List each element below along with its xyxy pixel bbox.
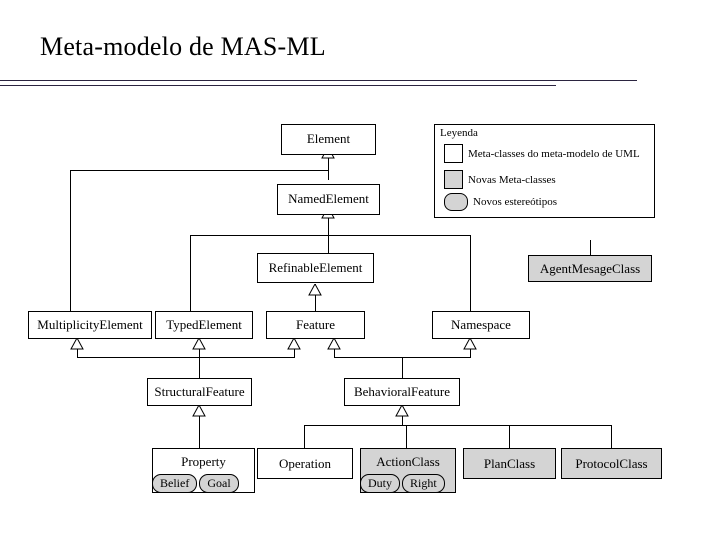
- class-node-planclass[interactable]: PlanClass: [463, 448, 556, 479]
- edge-planclass-drop: [509, 425, 510, 448]
- edge-structuralfeature-to-feature: [294, 349, 295, 358]
- stereotype-chip-goal[interactable]: Goal: [199, 474, 239, 493]
- generalization-arrow-typedelement: [192, 338, 206, 350]
- class-label-operation: Operation: [279, 456, 331, 471]
- legend-item-stereotype: Novos estereótipos: [444, 193, 557, 211]
- class-label-namedelement: NamedElement: [288, 191, 369, 206]
- legend-swatch-white-square-icon: [444, 144, 463, 163]
- legend-title: Leyenda: [440, 127, 478, 139]
- class-node-refinableelement[interactable]: RefinableElement: [257, 253, 374, 283]
- edge-namedelement-element: [328, 158, 329, 180]
- edge-behavioralfeature-drop: [402, 357, 403, 378]
- edge-refinable-namedelement: [328, 218, 329, 254]
- edge-behavioralfeature-to-feature: [334, 349, 335, 358]
- slide-canvas: Meta-modelo de MAS-ML Element NamedEleme…: [0, 0, 720, 540]
- generalization-arrow-structuralfeature: [192, 405, 206, 417]
- legend-label-new-metaclass: Novas Meta-classes: [468, 173, 556, 186]
- generalization-arrow-namespace: [463, 338, 477, 350]
- page-title: Meta-modelo de MAS-ML: [40, 32, 326, 61]
- class-label-namespace: Namespace: [451, 317, 511, 332]
- edge-operation-drop: [304, 425, 305, 448]
- edge-namespace-drop: [470, 235, 471, 312]
- class-label-protocolclass: ProtocolClass: [575, 456, 648, 471]
- generalization-arrow-behavioralfeature: [395, 405, 409, 417]
- stereotype-chip-belief[interactable]: Belief: [152, 474, 198, 493]
- generalization-arrow-feature-right: [327, 338, 341, 350]
- edge-typedelement-drop: [190, 235, 191, 312]
- edge-property-structuralfeature: [199, 414, 200, 448]
- class-label-element: Element: [306, 131, 351, 146]
- legend-label-uml-metaclass: Meta-classes do meta-modelo de UML: [468, 147, 640, 160]
- class-label-feature: Feature: [296, 317, 335, 332]
- class-label-behavioralfeature: BehavioralFeature: [353, 384, 450, 399]
- class-node-typedelement[interactable]: TypedElement: [155, 311, 253, 339]
- edge-actionclass-drop: [406, 425, 407, 448]
- class-label-typedelement: TypedElement: [166, 317, 242, 332]
- stereotype-chip-right[interactable]: Right: [402, 474, 445, 493]
- edge-multiplicity-element-vertical: [70, 170, 71, 312]
- class-label-planclass: PlanClass: [483, 456, 536, 471]
- class-node-namedelement[interactable]: NamedElement: [277, 184, 380, 215]
- edge-agentmesageclass-stub: [590, 240, 591, 256]
- class-node-element[interactable]: Element: [281, 124, 376, 155]
- class-label-refinableelement: RefinableElement: [268, 260, 363, 275]
- class-node-actionclass[interactable]: ActionClass Duty Right: [360, 448, 456, 493]
- class-node-structuralfeature[interactable]: StructuralFeature: [147, 378, 252, 406]
- generalization-arrow-multiplicityelement: [70, 338, 84, 350]
- class-node-namespace[interactable]: Namespace: [432, 311, 530, 339]
- legend-label-stereotype: Novos estereótipos: [473, 196, 558, 208]
- edge-multiplicity-element-horizontal: [70, 170, 329, 171]
- class-node-operation[interactable]: Operation: [257, 448, 353, 479]
- legend-item-uml-metaclass: Meta-classes do meta-modelo de UML: [444, 144, 640, 163]
- edge-behavioralfeature-to-namespace: [470, 349, 471, 358]
- generalization-arrow-feature-left: [287, 338, 301, 350]
- edge-namedelement-bus: [190, 235, 471, 236]
- edge-structuralfeature-bus: [77, 357, 295, 358]
- legend-item-new-metaclass: Novas Meta-classes: [444, 170, 556, 189]
- stereotype-chip-duty[interactable]: Duty: [360, 474, 400, 493]
- generalization-arrow-refinableelement: [308, 284, 322, 296]
- class-label-property: Property: [181, 454, 226, 469]
- legend-swatch-gray-rounded-icon: [444, 193, 468, 211]
- stereotype-group-actionclass: Duty Right: [360, 474, 445, 493]
- edge-protocolclass-drop: [611, 425, 612, 448]
- class-label-agentmesageclass: AgentMesageClass: [539, 261, 641, 276]
- title-rule-secondary: [0, 85, 556, 86]
- class-node-multiplicityelement[interactable]: MultiplicityElement: [28, 311, 152, 339]
- class-node-feature[interactable]: Feature: [266, 311, 365, 339]
- edge-structuralfeature-drop: [199, 357, 200, 378]
- class-node-behavioralfeature[interactable]: BehavioralFeature: [344, 378, 460, 406]
- legend-swatch-gray-square-icon: [444, 170, 463, 189]
- legend-box: Leyenda Meta-classes do meta-modelo de U…: [434, 124, 655, 218]
- class-node-protocolclass[interactable]: ProtocolClass: [561, 448, 662, 479]
- title-rule-primary: [0, 80, 637, 81]
- edge-structuralfeature-to-multiplicity: [77, 349, 78, 358]
- class-label-actionclass: ActionClass: [376, 454, 440, 469]
- class-node-property[interactable]: Property Belief Goal: [152, 448, 255, 493]
- class-label-multiplicityelement: MultiplicityElement: [37, 317, 143, 332]
- stereotype-group-property: Belief Goal: [152, 474, 239, 493]
- class-label-structuralfeature: StructuralFeature: [154, 384, 245, 399]
- edge-behavioralfeature-children-bus: [304, 425, 612, 426]
- class-node-agentmesageclass[interactable]: AgentMesageClass: [528, 255, 652, 282]
